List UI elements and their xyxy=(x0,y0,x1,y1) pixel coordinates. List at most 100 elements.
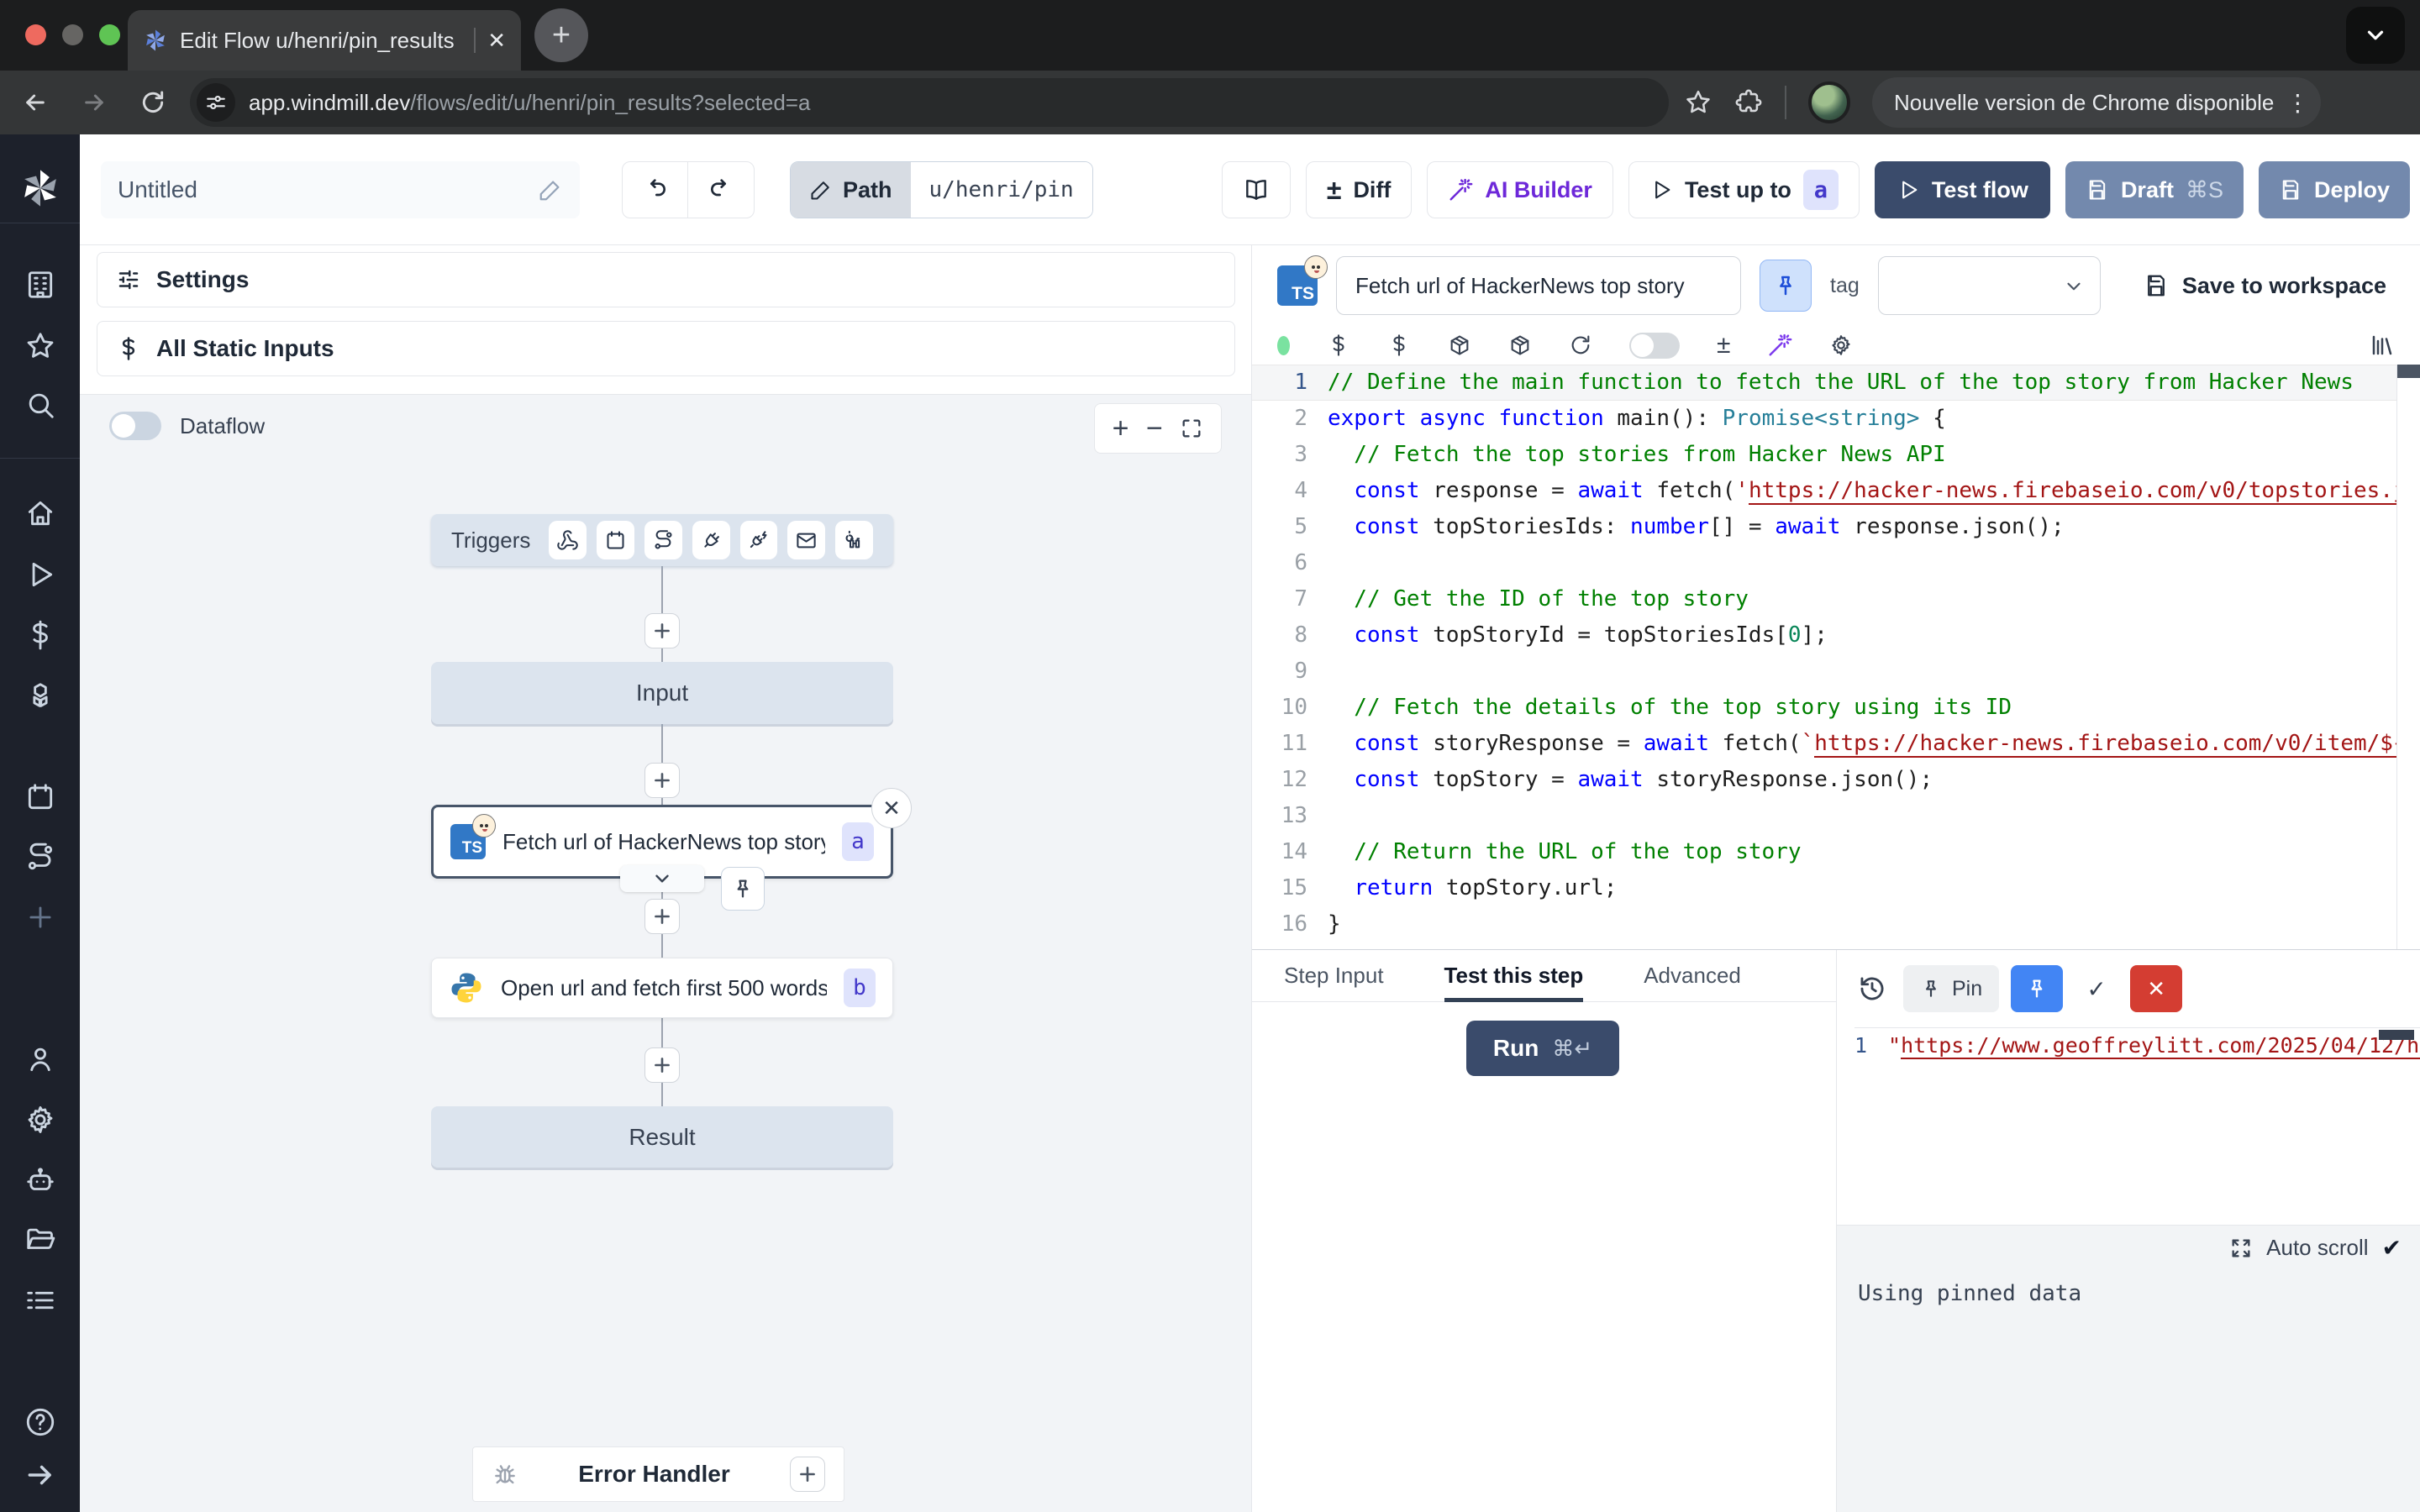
collapse-step-icon[interactable] xyxy=(620,865,704,892)
add-error-handler-button[interactable] xyxy=(790,1457,825,1492)
auto-scroll-control[interactable]: Auto scroll ✔ xyxy=(2229,1234,2402,1262)
pinned-data-icon[interactable] xyxy=(721,867,765,911)
pinned-data-editor[interactable]: 1 "https://www.geoffreylitt.com/2025/04/… xyxy=(1854,1027,2420,1111)
expand-icon[interactable] xyxy=(2229,1236,2253,1260)
zoom-out-button[interactable]: − xyxy=(1146,412,1163,445)
site-settings-icon[interactable] xyxy=(197,83,235,122)
email-icon[interactable] xyxy=(787,521,825,559)
url-text[interactable]: app.windmill.dev/flows/edit/u/henri/pin_… xyxy=(249,90,810,116)
code-line[interactable]: 5 const topStoriesIds: number[] = await … xyxy=(1252,509,2420,545)
new-tab-button[interactable]: + xyxy=(534,8,588,62)
sidebar-item-schedules[interactable] xyxy=(23,780,57,814)
bookmark-star-icon[interactable] xyxy=(1684,88,1712,117)
sidebar-item-users[interactable] xyxy=(23,1042,57,1076)
forward-button[interactable] xyxy=(71,79,118,126)
sidebar-item-workers[interactable] xyxy=(23,1163,57,1198)
code-line[interactable]: 1// Define the main function to fetch th… xyxy=(1252,365,2420,401)
code-line[interactable]: 12 const topStory = await storyResponse.… xyxy=(1252,762,2420,798)
code-line[interactable]: 2export async function main(): Promise<s… xyxy=(1252,401,2420,437)
add-step-button[interactable] xyxy=(644,899,680,934)
chrome-update-button[interactable]: Nouvelle version de Chrome disponible ⋮ xyxy=(1872,77,2321,128)
webhook-icon[interactable] xyxy=(549,521,587,559)
code-editor[interactable]: 1// Define the main function to fetch th… xyxy=(1252,365,2420,949)
http-route-icon[interactable] xyxy=(644,521,682,559)
mini-scrollbar[interactable] xyxy=(2379,1030,2414,1040)
add-step-button[interactable] xyxy=(644,1047,680,1083)
deploy-button[interactable]: Deploy xyxy=(2259,161,2410,218)
script-settings-icon[interactable] xyxy=(1829,333,1853,357)
pin-toggle-button[interactable] xyxy=(1760,260,1812,312)
code-line[interactable]: 10 // Fetch the details of the top story… xyxy=(1252,690,2420,726)
add-step-button[interactable] xyxy=(644,613,680,648)
step-b-node[interactable]: Open url and fetch first 500 words of ..… xyxy=(431,958,893,1018)
windmill-logo[interactable] xyxy=(18,166,62,214)
code-line[interactable]: 17 xyxy=(1252,942,2420,949)
sidebar-item-resources[interactable] xyxy=(23,679,57,713)
code-line[interactable]: 16} xyxy=(1252,906,2420,942)
sidebar-item-folders[interactable] xyxy=(23,1222,57,1257)
sidebar-item-runs[interactable] xyxy=(23,557,57,591)
test-flow-button[interactable]: Test flow xyxy=(1875,161,2050,218)
websocket-icon[interactable] xyxy=(692,521,730,559)
diff-icon[interactable]: ± xyxy=(1717,331,1730,360)
tag-select[interactable] xyxy=(1878,256,2101,315)
window-controls[interactable] xyxy=(25,24,120,45)
code-line[interactable]: 15 return topStory.url; xyxy=(1252,870,2420,906)
tab-advanced[interactable]: Advanced xyxy=(1644,950,1741,1002)
code-line[interactable]: 8 const topStoryId = topStoriesIds[0]; xyxy=(1252,617,2420,654)
code-line[interactable]: 13 xyxy=(1252,798,2420,834)
reload-button[interactable] xyxy=(129,79,176,126)
all-static-inputs-button[interactable]: All Static Inputs xyxy=(97,321,1235,376)
schedule-icon[interactable] xyxy=(597,521,634,559)
tab-close-icon[interactable]: ✕ xyxy=(487,28,506,54)
accept-pin-button[interactable]: ✓ xyxy=(2075,965,2118,1012)
error-handler-node[interactable]: Error Handler xyxy=(472,1446,844,1502)
docs-button[interactable] xyxy=(1222,161,1291,218)
library-icon[interactable] xyxy=(2370,333,2395,358)
package-icon[interactable] xyxy=(1448,333,1471,357)
variables-icon[interactable] xyxy=(1327,333,1350,357)
flow-settings-button[interactable]: Settings xyxy=(97,252,1235,307)
sidebar-expand-icon[interactable] xyxy=(23,1457,57,1492)
fit-view-icon[interactable] xyxy=(1180,417,1203,440)
minimize-window-button[interactable] xyxy=(62,24,83,45)
sidebar-item-settings[interactable] xyxy=(23,1102,57,1137)
flow-name-input[interactable]: Untitled xyxy=(101,161,580,218)
extensions-icon[interactable] xyxy=(1734,88,1763,117)
undo-button[interactable] xyxy=(623,162,688,218)
poll-icon[interactable] xyxy=(835,521,873,559)
diff-button[interactable]: ± Diff xyxy=(1306,161,1413,218)
ai-wand-icon[interactable] xyxy=(1767,333,1792,358)
editor-toggle[interactable] xyxy=(1629,333,1680,359)
path-button[interactable]: Path u/henri/pin xyxy=(790,161,1093,218)
code-line[interactable]: 7 // Get the ID of the top story xyxy=(1252,581,2420,617)
run-button[interactable]: Run ⌘↵ xyxy=(1466,1021,1619,1076)
test-up-to-button[interactable]: Test up to a xyxy=(1628,161,1860,218)
ai-builder-button[interactable]: AI Builder xyxy=(1427,161,1613,218)
address-bar[interactable]: app.windmill.dev/flows/edit/u/henri/pin_… xyxy=(190,78,1669,127)
code-line[interactable]: 6 xyxy=(1252,545,2420,581)
sidebar-item-workspace[interactable] xyxy=(23,267,57,302)
triggers-node[interactable]: Triggers xyxy=(431,514,893,566)
sidebar-item-home[interactable] xyxy=(23,496,57,530)
code-line[interactable]: 3 // Fetch the top stories from Hacker N… xyxy=(1252,437,2420,473)
test-up-to-step-badge[interactable]: a xyxy=(1803,170,1839,210)
sidebar-item-variables[interactable] xyxy=(23,617,57,652)
sidebar-item-triggers[interactable] xyxy=(23,840,57,874)
browser-menu-icon[interactable]: ⋮ xyxy=(2286,89,2309,117)
code-line[interactable]: 14 // Return the URL of the top story xyxy=(1252,834,2420,870)
result-node[interactable]: Result xyxy=(431,1106,893,1168)
pin-active-button[interactable] xyxy=(2011,965,2063,1012)
add-step-button[interactable] xyxy=(644,763,680,798)
history-icon[interactable] xyxy=(1858,974,1886,1003)
delete-step-button[interactable]: ✕ xyxy=(871,788,912,828)
edit-name-icon[interactable] xyxy=(538,177,563,202)
kafka-icon[interactable] xyxy=(740,521,778,559)
dataflow-toggle[interactable] xyxy=(109,412,161,440)
code-line[interactable]: 11 const storyResponse = await fetch(`ht… xyxy=(1252,726,2420,762)
back-button[interactable] xyxy=(12,79,59,126)
sidebar-item-search[interactable] xyxy=(23,387,57,422)
browser-tab[interactable]: Edit Flow u/henri/pin_results ✕ xyxy=(128,10,521,71)
remove-pin-button[interactable]: ✕ xyxy=(2130,965,2182,1012)
tab-search-button[interactable] xyxy=(2346,7,2405,64)
